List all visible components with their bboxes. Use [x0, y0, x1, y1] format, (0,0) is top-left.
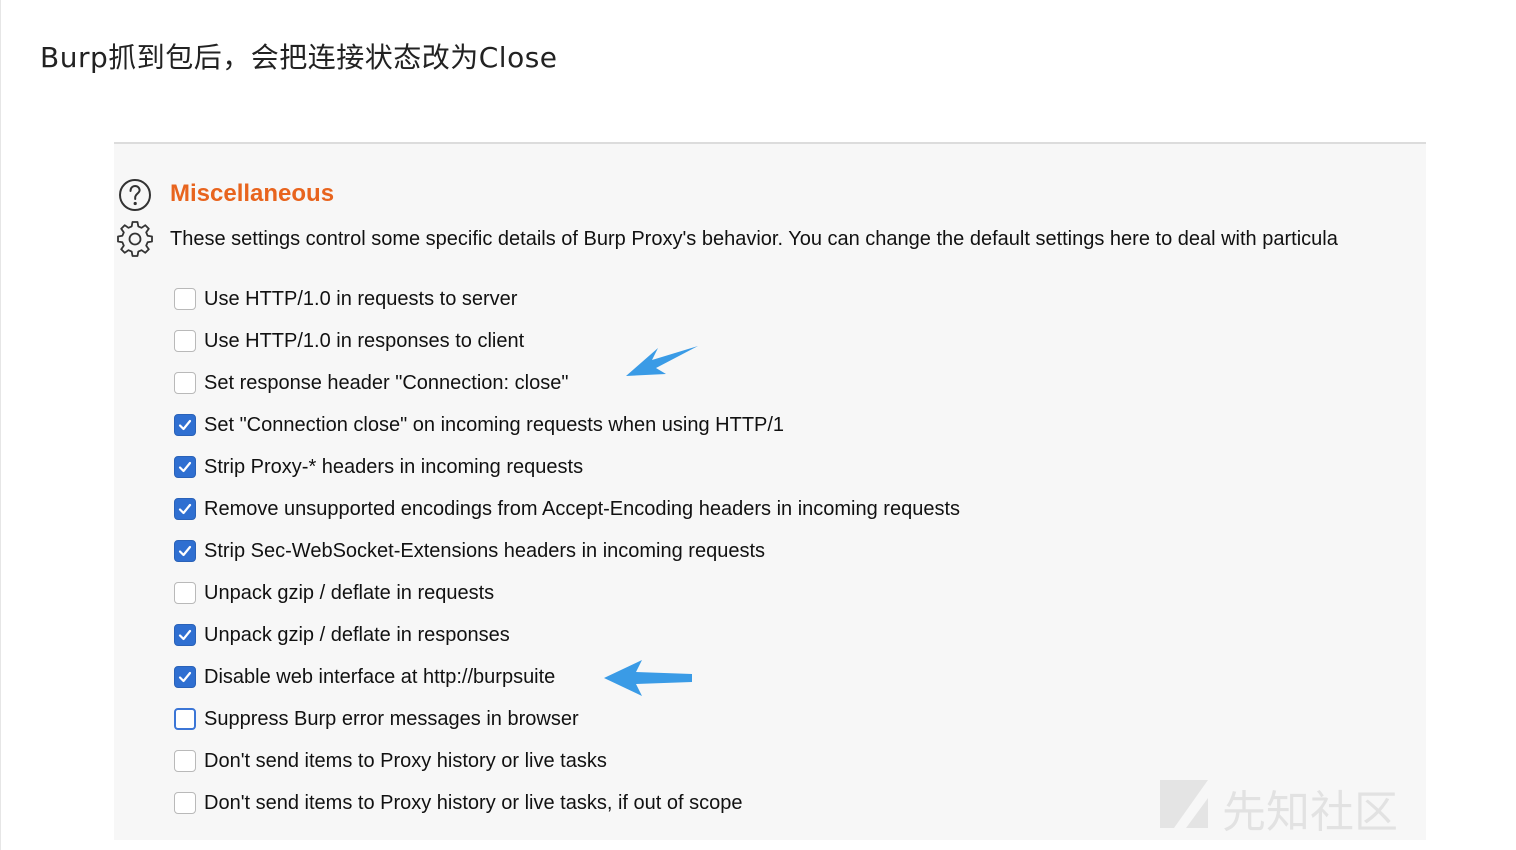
checkmark-icon — [178, 461, 192, 473]
checkmark-icon — [178, 671, 192, 683]
annotation-arrow-icon — [604, 660, 692, 696]
option-request-connection-close[interactable]: Set "Connection close" on incoming reque… — [174, 404, 960, 446]
option-label: Unpack gzip / deflate in responses — [204, 623, 510, 646]
checkmark-icon — [178, 629, 192, 641]
checkmark-icon — [178, 503, 192, 515]
page-left-border — [0, 0, 1, 850]
option-label: Use HTTP/1.0 in responses to client — [204, 329, 525, 352]
checkmark-icon — [178, 545, 192, 557]
option-unpack-requests[interactable]: Unpack gzip / deflate in requests — [174, 572, 960, 614]
option-label: Use HTTP/1.0 in requests to server — [204, 287, 518, 310]
option-http10-responses[interactable]: Use HTTP/1.0 in responses to client — [174, 320, 960, 362]
watermark-text: 先知社区 — [1222, 787, 1398, 838]
option-label: Suppress Burp error messages in browser — [204, 707, 579, 730]
option-unpack-responses[interactable]: Unpack gzip / deflate in responses — [174, 614, 960, 656]
option-dont-send-out-of-scope[interactable]: Don't send items to Proxy history or liv… — [174, 782, 960, 824]
checkbox[interactable] — [174, 624, 196, 646]
checkbox[interactable] — [174, 414, 196, 436]
option-strip-proxy-headers[interactable]: Strip Proxy-* headers in incoming reques… — [174, 446, 960, 488]
option-label: Unpack gzip / deflate in requests — [204, 581, 495, 604]
checkbox[interactable] — [174, 330, 196, 352]
checkbox[interactable] — [174, 708, 196, 730]
option-disable-web-interface[interactable]: Disable web interface at http://burpsuit… — [174, 656, 960, 698]
checkbox[interactable] — [174, 456, 196, 478]
option-http10-requests[interactable]: Use HTTP/1.0 in requests to server — [174, 278, 960, 320]
annotation-arrow-icon — [626, 346, 698, 376]
option-label: Don't send items to Proxy history or liv… — [204, 749, 607, 772]
checkbox[interactable] — [174, 666, 196, 688]
option-label: Set "Connection close" on incoming reque… — [204, 413, 785, 436]
option-label: Disable web interface at http://burpsuit… — [204, 665, 556, 688]
options-list: Use HTTP/1.0 in requests to server Use H… — [174, 278, 960, 824]
option-label: Set response header "Connection: close" — [204, 371, 569, 394]
gear-icon[interactable] — [116, 220, 154, 258]
section-title: Miscellaneous — [170, 180, 335, 207]
option-response-connection-close[interactable]: Set response header "Connection: close" — [174, 362, 960, 404]
checkbox[interactable] — [174, 582, 196, 604]
burp-settings-screenshot: Miscellaneous These settings control som… — [114, 142, 1426, 840]
option-remove-encodings[interactable]: Remove unsupported encodings from Accept… — [174, 488, 960, 530]
checkmark-icon — [178, 419, 192, 431]
checkbox[interactable] — [174, 792, 196, 814]
checkbox[interactable] — [174, 498, 196, 520]
watermark: 先知社区 — [1156, 772, 1426, 838]
option-label: Don't send items to Proxy history or liv… — [204, 791, 743, 814]
section-description: These settings control some specific det… — [170, 228, 1338, 250]
article-caption: Burp抓到包后，会把连接状态改为Close — [40, 41, 558, 74]
option-dont-send-to-history[interactable]: Don't send items to Proxy history or liv… — [174, 740, 960, 782]
question-circle-icon[interactable] — [118, 178, 152, 212]
watermark-logo-icon — [1160, 780, 1208, 828]
option-label: Remove unsupported encodings from Accept… — [204, 497, 960, 520]
checkbox[interactable] — [174, 540, 196, 562]
checkbox[interactable] — [174, 288, 196, 310]
option-suppress-error-messages[interactable]: Suppress Burp error messages in browser — [174, 698, 960, 740]
option-label: Strip Proxy-* headers in incoming reques… — [204, 455, 584, 478]
checkbox[interactable] — [174, 372, 196, 394]
option-label: Strip Sec-WebSocket-Extensions headers i… — [204, 539, 766, 562]
option-strip-websocket-extensions[interactable]: Strip Sec-WebSocket-Extensions headers i… — [174, 530, 960, 572]
checkbox[interactable] — [174, 750, 196, 772]
